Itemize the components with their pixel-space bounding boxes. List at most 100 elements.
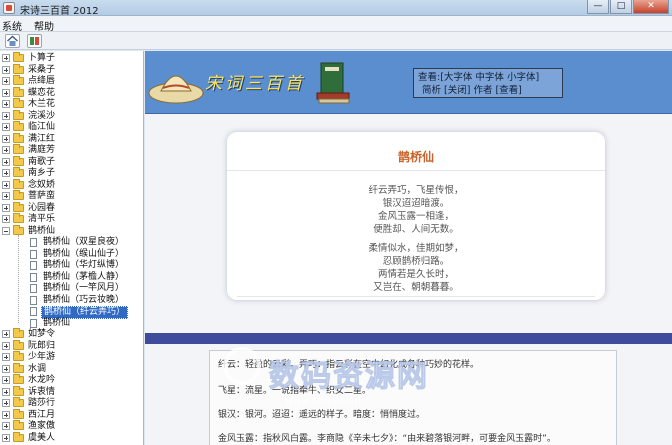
tree-leaf-item[interactable]: 鹊桥仙（缑山仙子） (0, 248, 143, 260)
tree-folder-item[interactable]: 采桑子 (0, 63, 143, 76)
tree-folder-item[interactable]: 水调 (0, 362, 143, 375)
tree-leaf-item[interactable]: 鹊桥仙（一竿风月） (0, 283, 143, 294)
tree-leaf-item[interactable]: 鹊桥仙（茅檐人静） (0, 272, 143, 283)
tree-folder-item[interactable]: 南歌子 (0, 155, 143, 168)
expand-icon[interactable] (2, 341, 10, 350)
maximize-button[interactable]: □ (610, 0, 632, 14)
tree-folder-item[interactable]: 菩萨蛮 (0, 190, 143, 202)
book-icon (30, 37, 39, 45)
section-divider-bar (145, 333, 672, 344)
tree-item-label: 鹊桥仙 (28, 225, 56, 236)
expand-icon[interactable] (2, 410, 10, 419)
expand-icon[interactable] (2, 88, 10, 97)
tree-folder-item[interactable]: 西江月 (0, 408, 143, 421)
expand-icon[interactable] (2, 100, 10, 108)
minimize-button[interactable]: — (587, 0, 609, 14)
expand-icon[interactable] (2, 353, 10, 361)
tree-folder-item[interactable]: 浣溪沙 (0, 109, 143, 122)
tree-folder-item[interactable]: 满江红 (0, 132, 143, 145)
menu-system[interactable]: 系统 (2, 18, 22, 33)
tree-folder-item[interactable]: 水龙吟 (0, 374, 143, 386)
tree-folder-item[interactable]: 蝶恋花 (0, 86, 143, 99)
menu-help[interactable]: 帮助 (34, 18, 54, 33)
expand-icon[interactable] (2, 146, 10, 154)
tree-item-label: 阮郎归 (28, 340, 56, 351)
book-button[interactable] (27, 34, 42, 48)
main-content: 宋词三百首 查看:[大字体 中字体 小字体] 简析 [关闭] 作者 [查看] 鹊… (145, 51, 672, 445)
expand-icon[interactable] (2, 169, 10, 177)
tree-folder-item[interactable]: 临江仙 (0, 121, 143, 133)
expand-icon[interactable] (2, 54, 10, 62)
tree-folder-item[interactable]: 如梦令 (0, 328, 143, 340)
poem-tree[interactable]: 卜算子 采桑子 点绛唇 蝶恋花 木兰花 浣溪沙 临江仙 满江红 满庭芳 南歌子 南乡子 念奴娇 菩萨蛮沁… (0, 51, 144, 445)
folder-icon (13, 52, 24, 62)
tree-folder-item[interactable]: 少年游 (0, 351, 143, 363)
verse-line: 忍顾鹊桥归路。 (382, 256, 450, 267)
expand-icon[interactable] (2, 399, 10, 407)
font-size-controls[interactable]: 查看:[大字体 中字体 小字体] (418, 71, 558, 84)
tree-leaf-item[interactable]: 鹊桥仙（巧云妆晚） (0, 294, 143, 306)
tree-item-label: 虞美人 (28, 432, 56, 443)
toolbar (0, 32, 672, 50)
expand-icon[interactable] (2, 330, 10, 338)
expand-icon[interactable] (2, 65, 10, 74)
tree-item-label: 鹊桥仙（巧云妆晚） (43, 294, 125, 305)
expand-icon[interactable] (2, 433, 10, 442)
tree-leaf-item[interactable]: 鹊桥仙（双星良夜） (0, 237, 143, 248)
tree-folder-item[interactable]: 踏莎行 (0, 397, 143, 409)
expand-icon[interactable] (2, 111, 10, 120)
expand-icon[interactable] (2, 123, 10, 131)
tree-folder-item[interactable]: 诉衷情 (0, 385, 143, 398)
expand-icon[interactable] (2, 77, 10, 85)
tree-folder-item[interactable]: 木兰花 (0, 98, 143, 110)
tree-folder-item[interactable]: 南乡子 (0, 167, 143, 179)
tree-leaf-item[interactable]: 鹊桥仙 (0, 318, 143, 329)
tree-leaf-item[interactable]: 鹊桥仙（纤云弄巧） (0, 306, 143, 319)
folder-icon (13, 190, 24, 200)
tree-folder-item[interactable]: 念奴娇 (0, 178, 143, 191)
folder-icon (13, 420, 24, 430)
tree-item-label: 蝶恋花 (28, 87, 56, 98)
tree-folder-item[interactable]: 点绛唇 (0, 75, 143, 87)
folder-icon (13, 155, 24, 166)
tree-item-label: 水龙吟 (28, 375, 56, 385)
expand-icon[interactable] (2, 364, 10, 373)
folder-icon (13, 98, 24, 108)
tree-folder-item[interactable]: 清平乐 (0, 213, 143, 225)
tree-folder-item[interactable]: 满庭芳 (0, 144, 143, 156)
expand-icon[interactable] (2, 180, 10, 189)
folder-icon (13, 397, 24, 407)
expand-icon[interactable] (2, 157, 10, 166)
analysis-controls[interactable]: 简析 [关闭] 作者 [查看] (418, 84, 558, 97)
banner-title: 宋词三百首 (205, 74, 305, 94)
expand-icon[interactable] (2, 376, 10, 384)
expand-icon[interactable] (2, 215, 10, 223)
tree-folder-item[interactable]: 沁园春 (0, 201, 143, 214)
tree-leaf-item[interactable]: 鹊桥仙（华灯纵博） (0, 260, 143, 271)
expand-icon[interactable] (2, 422, 10, 430)
expand-icon[interactable] (2, 134, 10, 143)
expand-icon[interactable] (2, 203, 10, 212)
folder-icon (13, 408, 24, 419)
document-icon (30, 318, 37, 328)
tree-folder-item[interactable]: 鹊桥仙 (0, 224, 143, 237)
verse-line: 便胜却、人间无数。 (373, 224, 459, 235)
tree-item-label: 鹊桥仙（缑山仙子） (43, 248, 125, 259)
tree-folder-item[interactable]: 渔家傲 (0, 420, 143, 432)
tree-item-label: 满江红 (28, 133, 56, 144)
collapse-icon[interactable] (2, 226, 10, 235)
folder-icon (13, 385, 24, 396)
tree-folder-item[interactable]: 阮郎归 (0, 339, 143, 352)
verse-line: 纤云弄巧，飞星传恨， (368, 185, 464, 196)
expand-icon[interactable] (2, 192, 10, 200)
tree-item-label: 水调 (28, 363, 47, 374)
straw-hat-icon (148, 75, 204, 104)
expand-icon[interactable] (2, 387, 10, 396)
home-button[interactable] (5, 34, 20, 48)
folder-icon (13, 167, 24, 177)
tree-folder-item[interactable]: 虞美人 (0, 431, 143, 444)
document-icon (30, 238, 37, 247)
tree-item-label: 鹊桥仙（一竿风月） (43, 283, 125, 293)
close-button[interactable]: ✕ (633, 0, 669, 14)
tree-folder-item[interactable]: 卜算子 (0, 52, 143, 64)
